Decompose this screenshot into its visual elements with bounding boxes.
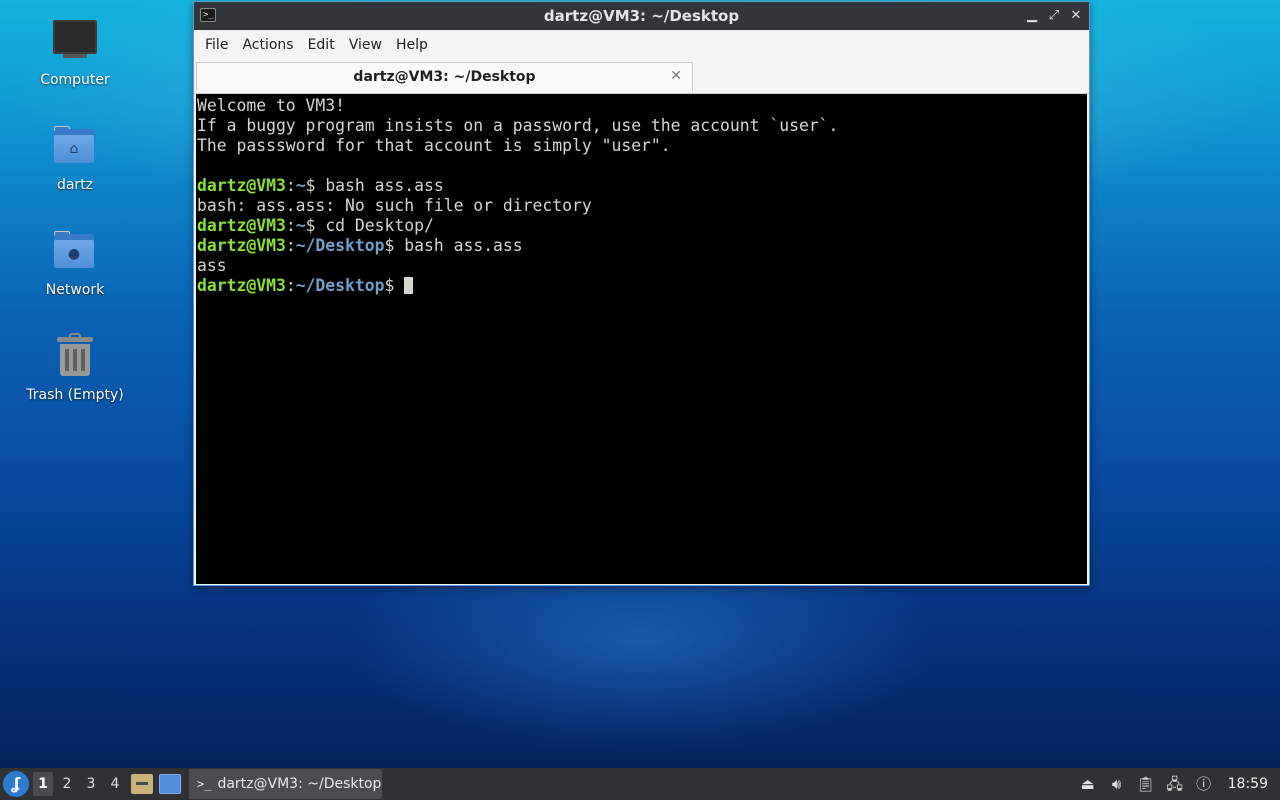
clipboard-icon[interactable]: 📋︎	[1136, 774, 1156, 794]
menu-edit[interactable]: Edit	[301, 37, 342, 53]
network-folder-icon: ●	[51, 228, 99, 276]
menu-file[interactable]: File	[198, 37, 235, 53]
trash-icon	[51, 333, 99, 381]
desktop-icon-home[interactable]: ⌂ dartz	[20, 123, 130, 213]
terminal-line: Welcome to VM3!	[197, 96, 346, 115]
desktop-icon-label: Trash (Empty)	[26, 387, 124, 403]
prompt-user: dartz@VM3	[197, 236, 286, 255]
terminal-output-line: ass	[197, 256, 227, 275]
prompt-user: dartz@VM3	[197, 216, 286, 235]
desktop-icon-label: Network	[45, 282, 105, 298]
system-tray: ⏏ 🔊︎ 📋︎ 🖧 ⓘ 18:59	[1069, 768, 1280, 800]
terminal-prompt-line: dartz@VM3:~$ bash ass.ass	[197, 176, 444, 195]
clock[interactable]: 18:59	[1228, 776, 1268, 792]
menu-view[interactable]: View	[342, 37, 389, 53]
workspace-3[interactable]: 3	[81, 772, 101, 796]
terminal-cursor	[404, 277, 414, 294]
window-titlebar[interactable]: >_ dartz@VM3: ~/Desktop ▁ ⤢ ✕	[194, 2, 1089, 30]
terminal-prompt-line: dartz@VM3:~$ cd Desktop/	[197, 216, 434, 235]
notification-icon[interactable]: ⓘ	[1194, 774, 1214, 794]
monitor-icon	[51, 18, 99, 66]
desktop-icon-label: Computer	[40, 72, 110, 88]
prompt-path: ~/Desktop	[295, 236, 385, 255]
terminal-app-icon[interactable]: >_	[200, 8, 216, 22]
taskbar: ʆ 1 2 3 4 >_ dartz@VM3: ~/Desktop ⏏ 🔊︎ 📋…	[0, 768, 1280, 800]
volume-icon[interactable]: 🔊︎	[1107, 774, 1127, 794]
prompt-path: ~	[295, 176, 306, 195]
desktop-icon-network[interactable]: ● Network	[20, 228, 130, 318]
tab-close-icon[interactable]: ✕	[670, 68, 682, 84]
desktop-icon-trash[interactable]: Trash (Empty)	[20, 333, 130, 423]
terminal-prompt-line: dartz@VM3:~/Desktop$ bash ass.ass	[197, 236, 523, 255]
menu-help[interactable]: Help	[389, 37, 435, 53]
prompt-path: ~/Desktop	[295, 276, 385, 295]
workspace-4[interactable]: 4	[105, 772, 125, 796]
terminal-task-icon: >_	[197, 777, 212, 791]
desktop-icon-label: dartz	[56, 177, 94, 193]
terminal-line: If a buggy program insists on a password…	[197, 116, 839, 135]
tab-bar: dartz@VM3: ~/Desktop ✕	[194, 60, 1089, 94]
terminal-tab[interactable]: dartz@VM3: ~/Desktop ✕	[196, 62, 693, 91]
desktop-icon-computer[interactable]: Computer	[20, 18, 130, 108]
window-title: dartz@VM3: ~/Desktop	[543, 7, 740, 25]
start-menu-icon[interactable]: ʆ	[3, 771, 29, 797]
home-folder-icon: ⌂	[51, 123, 99, 171]
task-label: dartz@VM3: ~/Desktop	[217, 776, 382, 792]
prompt-command: bash ass.ass	[325, 176, 444, 195]
show-desktop-icon[interactable]	[159, 774, 181, 794]
maximize-button[interactable]: ⤢	[1047, 2, 1061, 30]
taskbar-task-terminal[interactable]: >_ dartz@VM3: ~/Desktop	[189, 769, 382, 799]
prompt-command: bash ass.ass	[404, 236, 523, 255]
prompt-command: cd Desktop/	[325, 216, 434, 235]
tab-label: dartz@VM3: ~/Desktop	[353, 69, 536, 85]
menubar: File Actions Edit View Help	[194, 30, 1089, 60]
workspace-2[interactable]: 2	[57, 772, 77, 796]
window-controls: ▁ ⤢ ✕	[1025, 2, 1083, 30]
terminal-output[interactable]: Welcome to VM3! If a buggy program insis…	[196, 94, 1087, 584]
workspace-1[interactable]: 1	[33, 772, 53, 796]
eject-icon[interactable]: ⏏	[1078, 774, 1098, 794]
terminal-prompt-line: dartz@VM3:~/Desktop$	[197, 276, 1087, 296]
prompt-user: dartz@VM3	[197, 276, 286, 295]
terminal-window: >_ dartz@VM3: ~/Desktop ▁ ⤢ ✕ File Actio…	[193, 1, 1090, 586]
terminal-output-line: bash: ass.ass: No such file or directory	[197, 196, 592, 215]
minimize-button[interactable]: ▁	[1025, 2, 1039, 30]
close-button[interactable]: ✕	[1069, 2, 1083, 30]
menu-actions[interactable]: Actions	[235, 37, 300, 53]
prompt-path: ~	[295, 216, 306, 235]
network-icon[interactable]: 🖧	[1165, 774, 1185, 794]
prompt-user: dartz@VM3	[197, 176, 286, 195]
file-manager-launcher-icon[interactable]	[131, 774, 153, 794]
terminal-line: The passsword for that account is simply…	[197, 136, 671, 155]
